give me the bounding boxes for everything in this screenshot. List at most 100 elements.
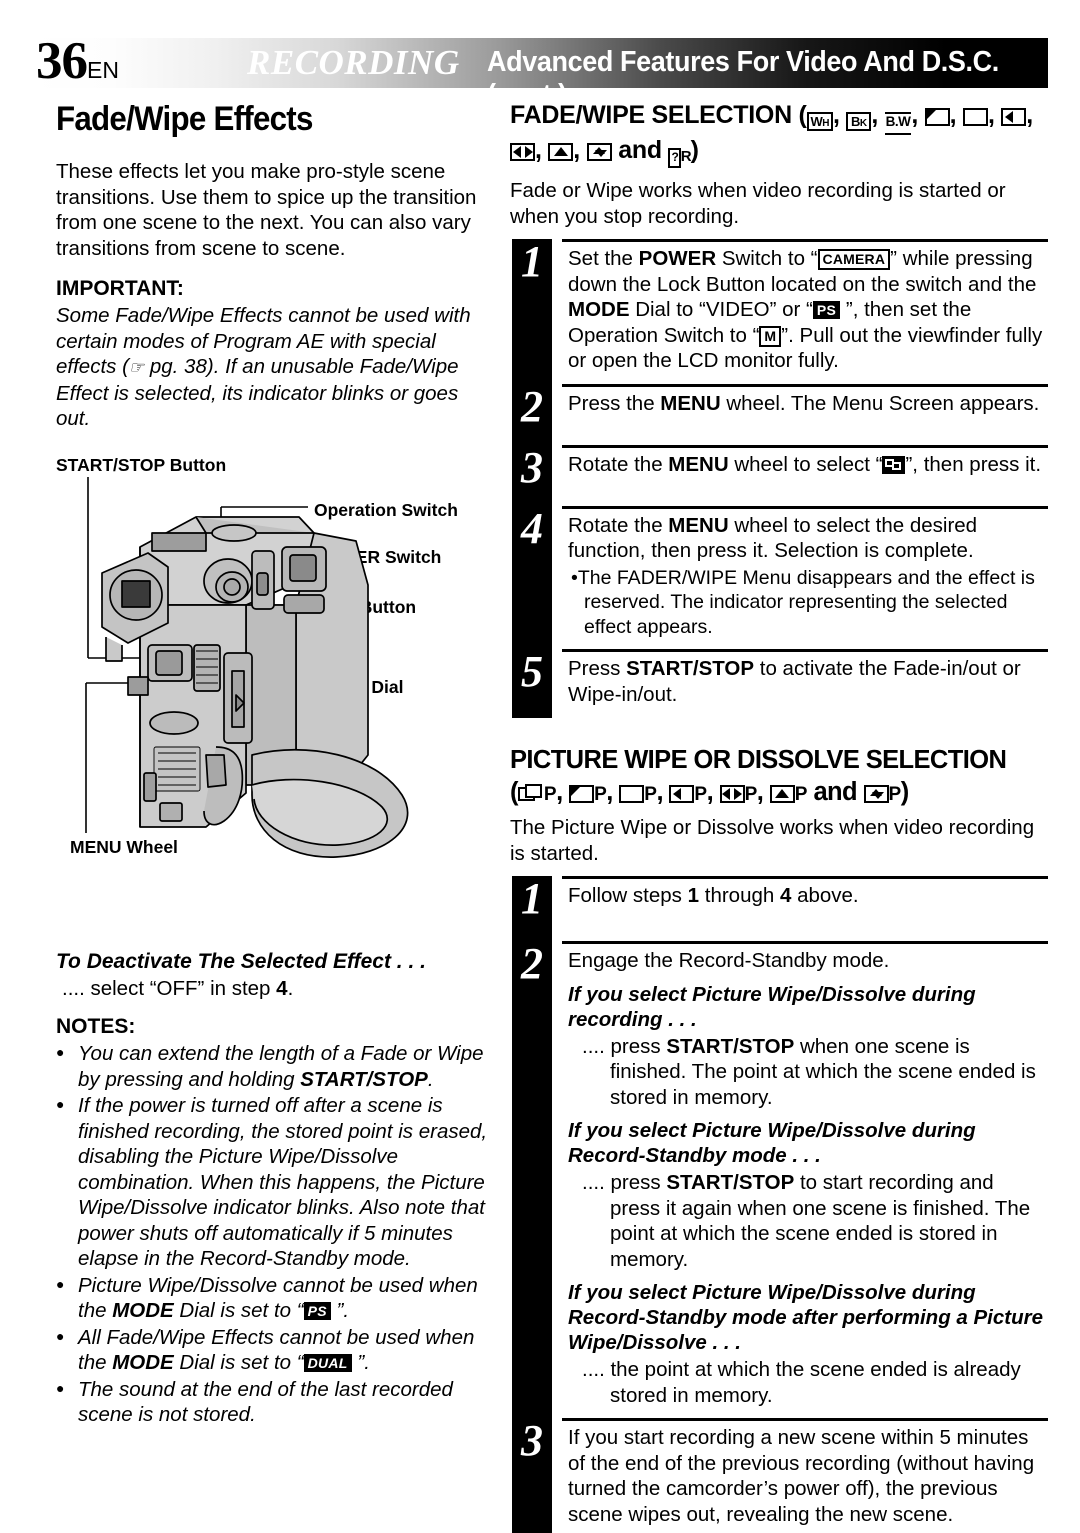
scroll-up-wipe-icon bbox=[769, 785, 795, 803]
note-text-b: Dial is set to “ bbox=[173, 1351, 304, 1374]
step-seg: Dial to “VIDEO” or “ bbox=[629, 298, 813, 321]
step-seg: above. bbox=[791, 884, 859, 907]
step-item: 2 Engage the Record-Standby mode. If you… bbox=[510, 941, 1048, 1418]
wh-fade-icon: WH bbox=[806, 112, 834, 131]
picture-wipe-intro: The Picture Wipe or Dissolve works when … bbox=[510, 816, 1035, 865]
page-number-value: 36 bbox=[36, 32, 88, 90]
note-item: If the power is turned off after a scene… bbox=[56, 1092, 496, 1272]
shutter-wipe-icon bbox=[863, 785, 889, 803]
scroll-up-wipe-icon bbox=[548, 143, 574, 161]
sub-body-a: .... press bbox=[582, 1034, 667, 1058]
step-sub-bullet: •The FADER/WIPE Menu disappears and the … bbox=[571, 566, 1035, 638]
step-seg: ”, then press it. bbox=[905, 452, 1042, 476]
left-column-lower: To Deactivate The Selected Effect . . . … bbox=[56, 950, 496, 1429]
deactivate-instruction: .... select “OFF” in step 4. bbox=[62, 976, 496, 1001]
icon-suffix: P bbox=[794, 784, 808, 805]
step-seg: Rotate the bbox=[568, 452, 669, 476]
step-seg-bold: 1 bbox=[687, 884, 700, 907]
camcorder-diagram: START/STOP Button Operation Switch POWER… bbox=[56, 455, 496, 875]
step-seg-bold: MENU bbox=[660, 391, 721, 415]
page-number: 36EN bbox=[36, 34, 119, 97]
icon-suffix: P bbox=[888, 784, 902, 805]
step-seg: Switch to “ bbox=[716, 247, 818, 270]
fade-wipe-heading-text: FADE/WIPE SELECTION bbox=[510, 101, 792, 129]
window-wipe-icon bbox=[962, 108, 988, 126]
note-item: You can extend the length of a Fade or W… bbox=[56, 1040, 496, 1092]
dual-badge-icon: DUAL bbox=[303, 1354, 352, 1372]
sub-section-body: .... press START/STOP to start recording… bbox=[582, 1170, 1048, 1272]
step-item: 3 If you start recording a new scene wit… bbox=[510, 1418, 1048, 1533]
step-number: 1 bbox=[521, 874, 543, 923]
sub-section-heading: If you select Picture Wipe/Dissolve duri… bbox=[568, 1119, 976, 1167]
icon-suffix: P bbox=[744, 784, 758, 805]
ps-badge-icon: PS bbox=[303, 1302, 331, 1320]
intro-paragraph: These effects let you make pro-style sce… bbox=[56, 160, 477, 260]
bw-fade-icon: B.W bbox=[884, 112, 912, 135]
note-text-c: ”. bbox=[351, 1351, 370, 1374]
step-text: Rotate the MENU wheel to select “ ”, then… bbox=[562, 444, 1048, 506]
step-rail bbox=[512, 941, 552, 1418]
sub-section-heading: If you select Picture Wipe/Dissolve duri… bbox=[568, 982, 976, 1031]
picture-wipe-heading-text: PICTURE WIPE OR DISSOLVE SELECTION bbox=[510, 746, 1007, 774]
step-item: 2 Press the MENU wheel. The Menu Screen … bbox=[510, 383, 1048, 445]
step-seg-bold: START/STOP bbox=[626, 657, 755, 680]
deactivate-heading: To Deactivate The Selected Effect . . . bbox=[56, 950, 426, 973]
step-item: 1 Follow steps 1 through 4 above. bbox=[510, 876, 1048, 941]
step-seg-bold: MENU bbox=[668, 513, 729, 537]
manual-page: 36EN RECORDING Advanced Features For Vid… bbox=[0, 0, 1080, 1533]
step-seg: Rotate the bbox=[568, 513, 669, 537]
section-title: Fade/Wipe Effects bbox=[56, 100, 313, 138]
step-seg: Engage the Record-Standby mode. bbox=[568, 949, 890, 972]
page-header: 36EN RECORDING Advanced Features For Vid… bbox=[32, 34, 1048, 111]
step-number: 3 bbox=[521, 442, 543, 492]
shutter-wipe-icon bbox=[586, 143, 612, 161]
note-text-b: . bbox=[427, 1067, 434, 1091]
important-label: IMPORTANT: bbox=[56, 277, 184, 300]
header-recording-title: RECORDING bbox=[247, 43, 460, 82]
note-text-a: If the power is turned off after a scene… bbox=[78, 1094, 488, 1270]
icon-suffix: P bbox=[594, 784, 607, 805]
step-seg: wheel to select “ bbox=[728, 452, 883, 476]
sub-body-bold: START/STOP bbox=[666, 1171, 795, 1194]
step-text: Set the POWER Switch to “CAMERA” while p… bbox=[562, 239, 1048, 384]
important-text: Some Fade/Wipe Effects cannot be used wi… bbox=[56, 303, 486, 432]
note-bold: MODE bbox=[112, 1299, 174, 1322]
step-seg-bold: MENU bbox=[668, 452, 729, 476]
step-sub-bullet-text: The FADER/WIPE Menu disappears and the e… bbox=[577, 566, 1035, 638]
icon-suffix: P bbox=[644, 784, 657, 805]
bk-fade-icon: BK bbox=[846, 112, 872, 131]
sub-body-a: .... the point at which the scene ended … bbox=[582, 1358, 1021, 1407]
sub-body-a: .... press bbox=[582, 1171, 667, 1194]
note-item: The sound at the end of the last recorde… bbox=[56, 1376, 496, 1428]
step-number: 5 bbox=[521, 647, 543, 696]
note-text-b: Dial is set to “ bbox=[173, 1299, 304, 1322]
slide-left-wipe-icon bbox=[1001, 108, 1027, 126]
step-seg: wheel. The Menu Screen appears. bbox=[720, 391, 1040, 415]
icon-suffix: P bbox=[543, 784, 557, 805]
left-column: Fade/Wipe Effects These effects let you … bbox=[56, 100, 486, 442]
pointing-hand-icon: ☞ bbox=[128, 358, 145, 377]
note-text-a: The sound at the end of the last recorde… bbox=[78, 1377, 453, 1427]
step-number: 4 bbox=[521, 503, 543, 553]
random-wipe-icon: ? R bbox=[668, 141, 692, 172]
and-word: and bbox=[813, 778, 857, 806]
step-seg-bold: 4 bbox=[779, 884, 792, 907]
picture-wipe-heading: PICTURE WIPE OR DISSOLVE SELECTION (P, P… bbox=[510, 744, 1048, 811]
deactivate-step-number: 4 bbox=[276, 977, 288, 1000]
deactivate-text-a: .... select “OFF” in step bbox=[62, 977, 277, 1000]
step-seg: Follow steps bbox=[568, 884, 688, 907]
step-seg: Press bbox=[568, 657, 627, 680]
note-text-c: ”. bbox=[330, 1299, 350, 1322]
note-bold: START/STOP bbox=[300, 1067, 428, 1091]
camcorder-illustration bbox=[85, 477, 409, 858]
step-number: 1 bbox=[521, 237, 543, 286]
note-bold: MODE bbox=[112, 1351, 174, 1374]
slide-left-wipe-icon bbox=[669, 785, 695, 803]
corner-wipe-icon bbox=[569, 785, 595, 803]
step-text: Follow steps 1 through 4 above. bbox=[562, 876, 1048, 941]
window-wipe-icon bbox=[619, 785, 645, 803]
step-item: 4 Rotate the MENU wheel to select the de… bbox=[510, 503, 1048, 649]
fade-wipe-intro: Fade or Wipe works when video recording … bbox=[510, 179, 1006, 228]
step-seg-bold: POWER bbox=[638, 247, 717, 270]
step-seg: Press the bbox=[568, 391, 661, 415]
